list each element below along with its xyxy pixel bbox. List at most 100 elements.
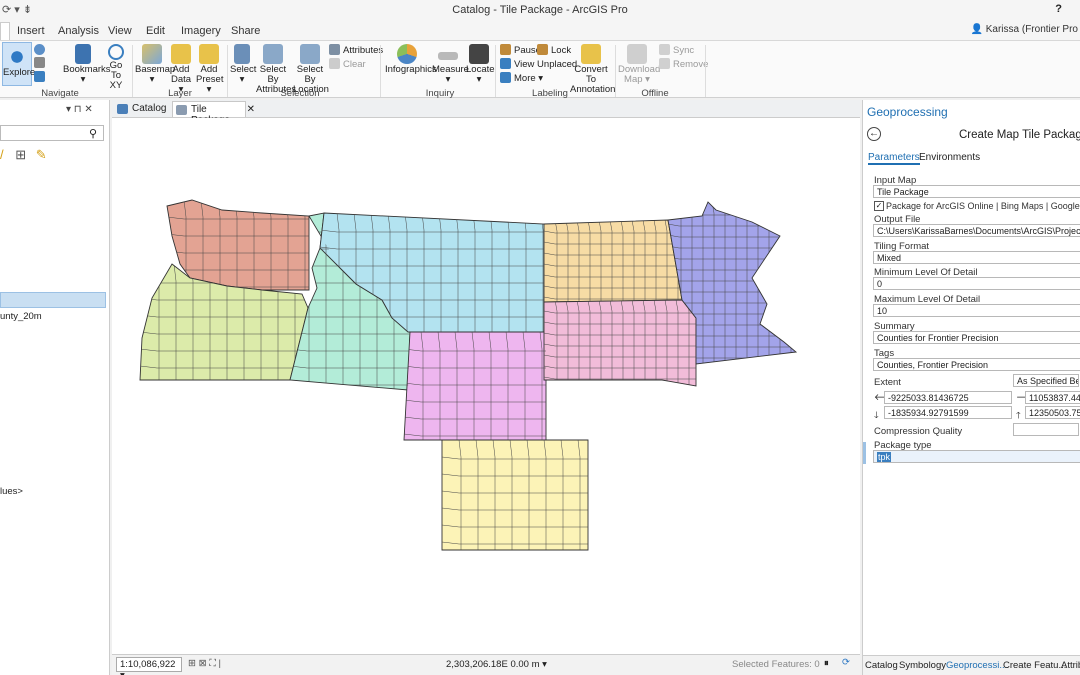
basemap-button[interactable]: Basemap ▾ — [135, 44, 175, 85]
user-account[interactable]: 👤 Karissa (Frontier Pro — [971, 24, 1078, 35]
infographics-button[interactable]: Infographics — [385, 44, 437, 75]
compression-quality-field[interactable] — [1013, 423, 1079, 436]
map-tools-icon[interactable]: ⊞ ⊠ ⛶ | — [188, 658, 221, 669]
group-layer: Layer — [168, 88, 192, 99]
map-icon — [176, 105, 187, 115]
bottom-tab-symbology[interactable]: Symbology — [899, 660, 946, 671]
close-tab-icon[interactable]: ✕ — [247, 104, 255, 115]
attributes-button[interactable]: Attributes — [329, 44, 383, 56]
layer-name[interactable]: unty_20m — [0, 311, 42, 322]
bottom-tab-create-features[interactable]: Create Featu... — [1003, 660, 1066, 671]
more-icon — [500, 72, 511, 83]
sync-button[interactable]: Sync — [659, 44, 694, 56]
bottom-tab-geoprocessing[interactable]: Geoprocessi... — [946, 660, 1007, 671]
package-type-select[interactable]: tpk — [873, 450, 1080, 463]
tab-analysis[interactable]: Analysis — [58, 25, 99, 37]
status-bar: 1:10,086,922 ▾ ⊞ ⊠ ⛶ | 2,303,206.18E 0.0… — [112, 654, 860, 675]
catalog-icon — [117, 104, 128, 114]
contents-search-input[interactable]: ⚲ — [0, 125, 104, 141]
title-bar: ⟳ ▾ ⇟ Catalog - Tile Package - ArcGIS Pr… — [0, 0, 1080, 22]
help-button[interactable]: ? — [1055, 3, 1062, 15]
separator — [132, 45, 133, 97]
state-north-dakota[interactable] — [543, 219, 683, 303]
pause-button[interactable]: Pause — [500, 44, 541, 56]
grid-add-icon: ⊞ — [15, 147, 27, 162]
tiling-format-select[interactable]: Mixed — [873, 251, 1080, 264]
attributes-table-icon — [329, 44, 340, 55]
go-to-xy-button[interactable]: Go To XY — [104, 44, 128, 91]
focus-indicator — [863, 442, 866, 464]
scale-selector[interactable]: 1:10,086,922 ▾ — [116, 657, 182, 675]
extent-top-field[interactable]: 12350503.75085 — [1025, 406, 1080, 419]
tags-field[interactable]: Counties, Frontier Precision — [873, 358, 1080, 371]
user-icon: 👤 — [970, 24, 986, 35]
min-lod-field[interactable]: 0 — [873, 277, 1080, 290]
measure-button[interactable]: Measure ▾ — [432, 44, 469, 85]
states-counties-map[interactable] — [112, 118, 860, 654]
pause-drawing-icon[interactable]: ⏸ — [824, 658, 829, 669]
select-by-location-icon — [300, 44, 320, 64]
separator — [495, 45, 496, 97]
state-colorado[interactable] — [441, 439, 589, 551]
remove-icon — [659, 58, 670, 69]
locate-button[interactable]: Locate ▾ — [466, 44, 495, 85]
input-map-field[interactable]: Tile Package — [873, 185, 1080, 198]
add-data-icon — [171, 44, 191, 64]
download-map-button[interactable]: Download Map ▾ — [618, 44, 660, 85]
tab-edit[interactable]: Edit — [146, 25, 165, 37]
extent-label: Extent — [874, 377, 901, 388]
tab-environments[interactable]: Environments — [919, 152, 980, 163]
bookmarks-icon — [75, 44, 91, 64]
group-navigate: Navigate — [41, 88, 79, 99]
package-online-label: Package for ArcGIS Online | Bing Maps | … — [886, 201, 1080, 211]
explore-button[interactable]: Explore — [2, 42, 35, 86]
tab-catalog-view[interactable]: Catalog — [114, 101, 170, 117]
summary-field[interactable]: Counties for Frontier Precision — [873, 331, 1080, 344]
zoom-extent-icon[interactable] — [34, 57, 48, 69]
globe-icon[interactable] — [34, 44, 48, 56]
geoprocessing-pane-title: Geoprocessing — [863, 100, 1080, 124]
tab-map[interactable] — [0, 22, 10, 40]
labeling-icon: ✎ — [35, 147, 47, 162]
add-preset-icon — [199, 44, 219, 64]
tab-parameters[interactable]: Parameters — [868, 152, 920, 165]
ruler-icon — [438, 52, 458, 60]
extent-bottom-field[interactable]: -1835934.92791599 — [884, 406, 1012, 419]
view-unplaced-button[interactable]: View Unplaced — [500, 58, 577, 70]
select-button[interactable]: Select ▾ — [230, 44, 256, 85]
bookmarks-button[interactable]: Bookmarks ▾ — [63, 44, 111, 85]
pause-labels-icon — [500, 44, 511, 55]
extent-mode-select[interactable]: As Specified Below — [1013, 374, 1079, 387]
bottom-tab-catalog[interactable]: Catalog — [865, 660, 898, 671]
more-button[interactable]: More ▾ — [500, 72, 543, 84]
bottom-tab-attributes[interactable]: Attrib — [1061, 660, 1080, 671]
map-view[interactable] — [112, 118, 860, 654]
refresh-icon[interactable]: ⟳ — [842, 657, 850, 668]
lock-button[interactable]: Lock — [537, 44, 571, 56]
select-cursor-icon — [234, 44, 250, 64]
coordinate-readout: 2,303,206.18E 0.00 m ▾ — [446, 659, 547, 670]
download-map-icon — [627, 44, 647, 64]
tab-view[interactable]: View — [108, 25, 132, 37]
tab-insert[interactable]: Insert — [17, 25, 45, 37]
convert-to-annotation-button[interactable]: Convert To Annotation — [570, 44, 615, 95]
extent-left-field[interactable]: -9225033.81436725 — [884, 391, 1012, 404]
tab-tile-package-map[interactable]: Tile Package ✕ — [172, 101, 255, 126]
package-online-checkbox[interactable]: ✓ — [874, 201, 884, 211]
max-lod-field[interactable]: 10 — [873, 304, 1080, 317]
back-button[interactable]: ← — [867, 127, 881, 141]
window-title: Catalog - Tile Package - ArcGIS Pro — [452, 4, 628, 16]
explore-icon — [7, 47, 27, 67]
tab-share[interactable]: Share — [231, 25, 260, 37]
output-file-field[interactable]: C:\Users\KarissaBarnes\Documents\ArcGIS\… — [873, 224, 1080, 237]
remove-button[interactable]: Remove — [659, 58, 708, 70]
clear-button[interactable]: Clear — [329, 58, 366, 70]
crosshair-icon — [108, 44, 124, 60]
selected-layer-row[interactable] — [0, 292, 106, 308]
contents-toolbar[interactable]: / ⊞ ✎ — [0, 147, 47, 163]
tab-imagery[interactable]: Imagery — [181, 25, 221, 37]
pane-controls[interactable]: ▾ ⊓ ✕ — [66, 104, 93, 120]
extent-right-field[interactable]: 11053837.44787 — [1025, 391, 1080, 404]
down-arrow-icon: 🡓 — [874, 410, 879, 420]
back-arrow-icon[interactable] — [34, 71, 48, 83]
